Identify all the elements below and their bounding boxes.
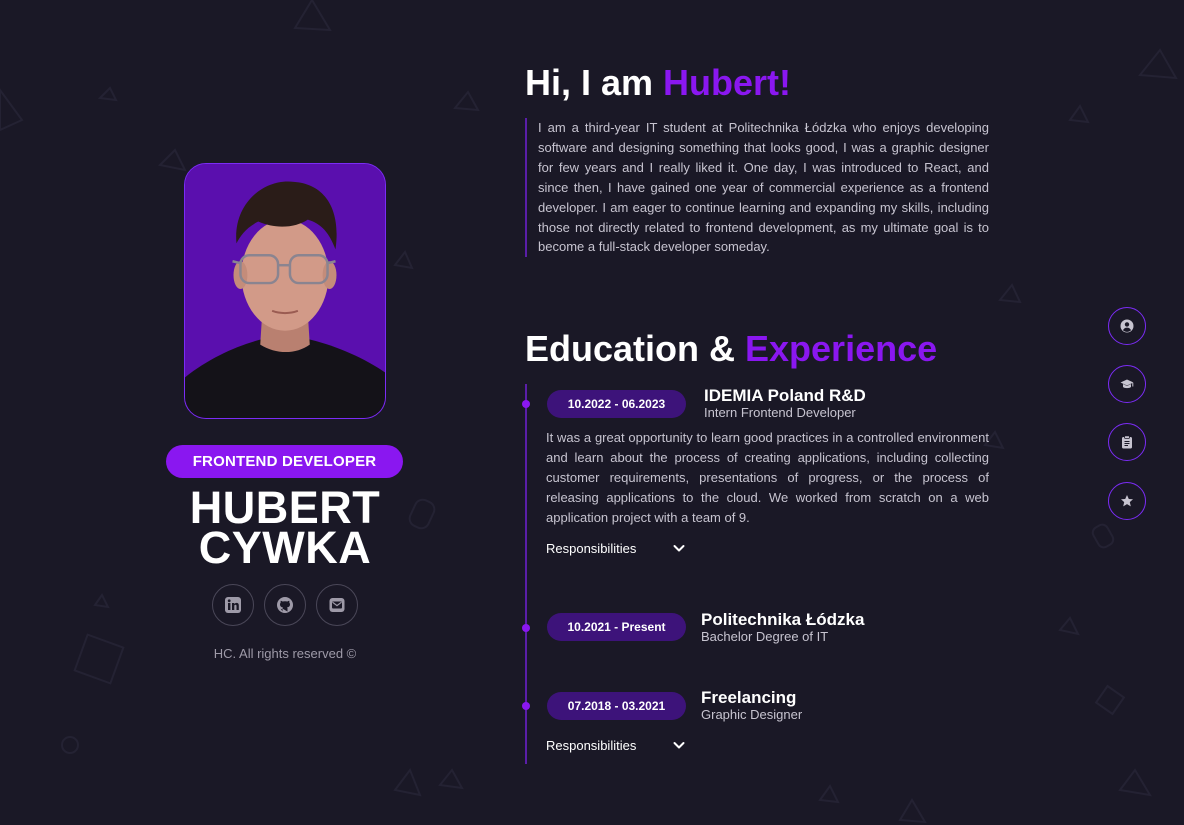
- profile-photo: [184, 163, 386, 419]
- social-links: [212, 584, 358, 626]
- entry-description: It was a great opportunity to learn good…: [546, 430, 989, 525]
- entry-title: Politechnika Łódzka: [701, 610, 865, 629]
- entry-subtitle: Bachelor Degree of IT: [701, 629, 829, 644]
- date-pill: 10.2021 - Present: [547, 613, 686, 641]
- nav-about-button[interactable]: [1108, 307, 1146, 345]
- chevron-down-icon: [673, 545, 685, 552]
- last-name: CYWKA: [198, 522, 372, 573]
- greeting-name: Hubert!: [663, 62, 792, 103]
- mail-icon: [329, 598, 345, 612]
- responsibilities-toggle[interactable]: Responsibilities: [546, 735, 686, 755]
- timeline-dot: [522, 400, 530, 408]
- clipboard-icon: [1122, 435, 1132, 449]
- entry-subtitle: Graphic Designer: [701, 707, 803, 722]
- full-name: HUBERT CYWKA: [150, 485, 420, 573]
- star-icon: [1121, 495, 1133, 507]
- timeline-dot: [522, 702, 530, 710]
- linkedin-icon: [225, 597, 241, 613]
- linkedin-button[interactable]: [212, 584, 254, 626]
- mail-button[interactable]: [316, 584, 358, 626]
- nav-projects-button[interactable]: [1108, 423, 1146, 461]
- section-nav: [1108, 307, 1146, 520]
- about-text: I am a third-year IT student at Politech…: [525, 118, 989, 258]
- role-badge: FRONTEND DEVELOPER: [166, 445, 403, 478]
- main-content: Hi, I am Hubert! I am a third-year IT st…: [522, 0, 995, 825]
- profile-card: FRONTEND DEVELOPER HUBERT CYWKA HC. All …: [150, 0, 420, 825]
- greeting-text: Hi, I am: [525, 62, 664, 103]
- github-icon: [277, 597, 293, 613]
- greeting-title: Hi, I am Hubert!: [525, 62, 791, 104]
- responsibilities-toggle[interactable]: Responsibilities: [546, 538, 686, 558]
- copyright-text: HC. All rights reserved ©: [213, 646, 357, 661]
- entry-subtitle: Intern Frontend Developer: [704, 405, 856, 420]
- nav-skills-button[interactable]: [1108, 482, 1146, 520]
- entry-title: Freelancing: [701, 688, 797, 707]
- nav-education-button[interactable]: [1108, 365, 1146, 403]
- date-pill: 07.2018 - 03.2021: [547, 692, 686, 720]
- date-pill: 10.2022 - 06.2023: [547, 390, 686, 418]
- graduation-cap-icon: [1120, 379, 1134, 389]
- chevron-down-icon: [673, 742, 685, 749]
- timeline-dot: [522, 624, 530, 632]
- entry-title: IDEMIA Poland R&D: [704, 386, 866, 405]
- responsibilities-label: Responsibilities: [546, 737, 637, 753]
- experience-title-accent: Experience: [745, 328, 938, 369]
- github-button[interactable]: [264, 584, 306, 626]
- experience-title: Education & Experience: [525, 328, 937, 370]
- responsibilities-label: Responsibilities: [546, 540, 637, 556]
- user-icon: [1120, 319, 1134, 333]
- experience-title-main: Education &: [525, 328, 746, 369]
